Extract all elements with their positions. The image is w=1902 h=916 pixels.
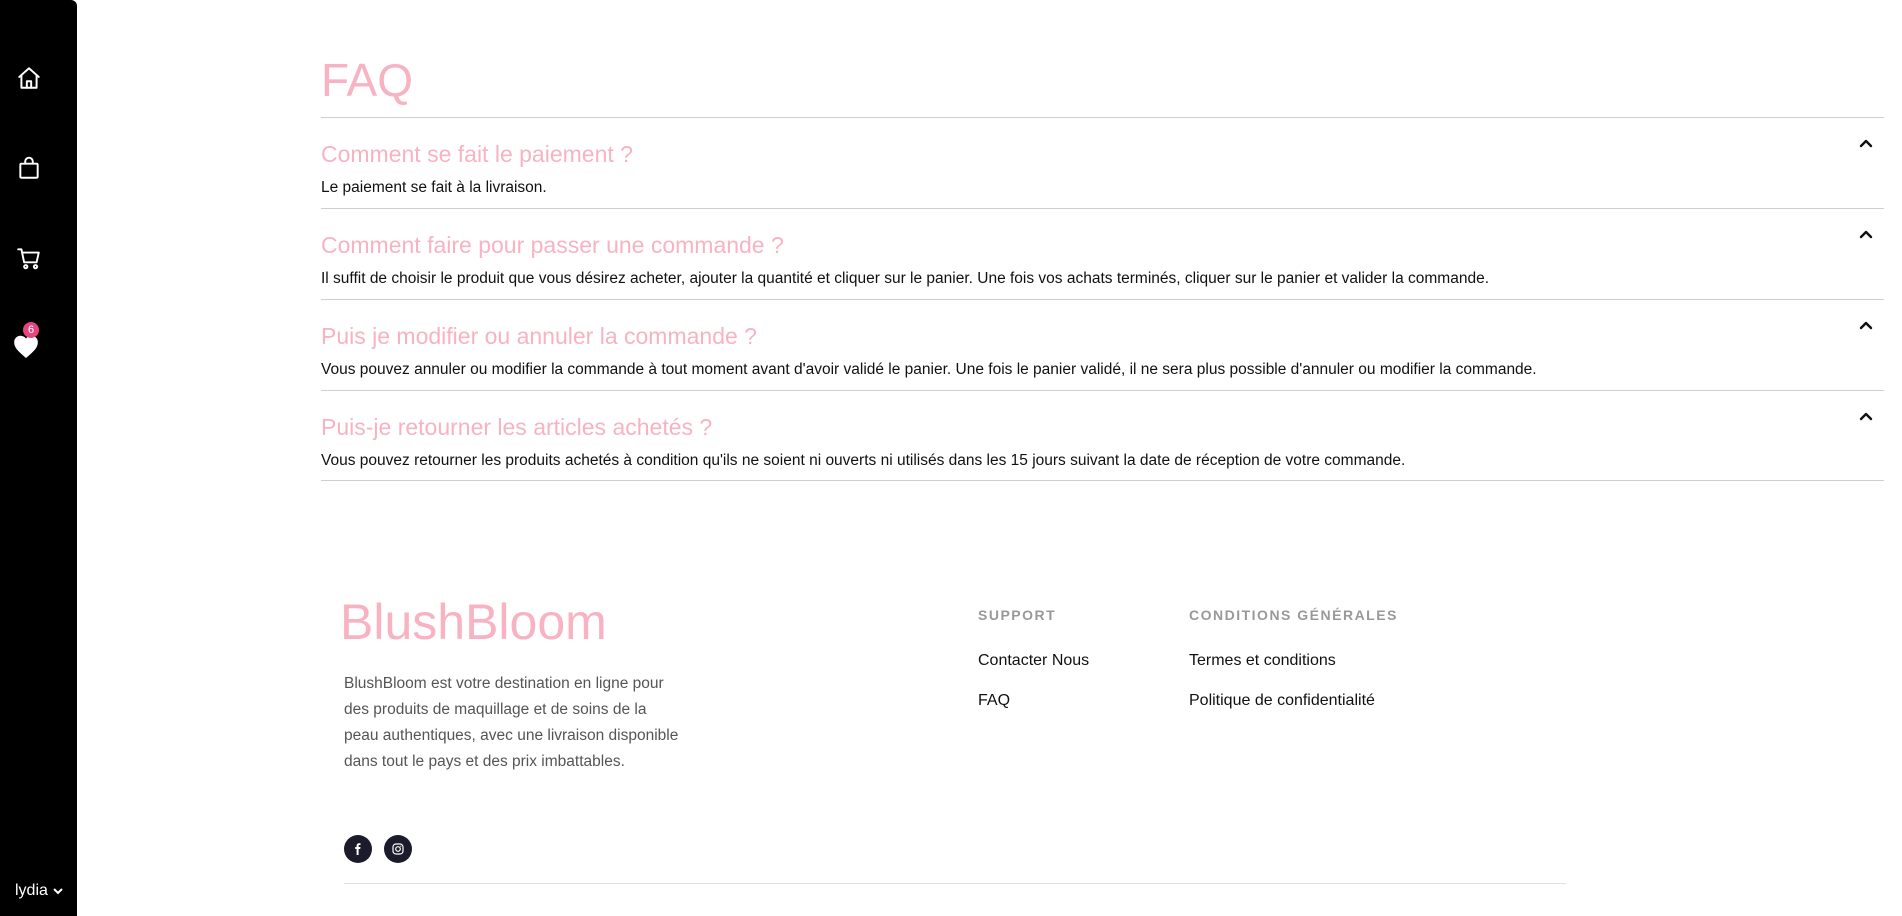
page-title: FAQ xyxy=(321,54,414,106)
faq-item: Puis je modifier ou annuler la commande … xyxy=(321,299,1884,390)
chevron-up-icon[interactable] xyxy=(1858,318,1874,334)
faq-item: Comment faire pour passer une commande ?… xyxy=(321,208,1884,299)
faq-answer: Le paiement se fait à la livraison. xyxy=(321,179,547,196)
contact-link[interactable]: Contacter Nous xyxy=(978,652,1089,670)
chevron-up-icon[interactable] xyxy=(1858,227,1874,243)
faq-answer: Vous pouvez retourner les produits achet… xyxy=(321,452,1406,469)
faq-link[interactable]: FAQ xyxy=(978,692,1010,710)
privacy-link[interactable]: Politique de confidentialité xyxy=(1189,692,1375,710)
brand-logo: BlushBloom xyxy=(340,594,607,650)
faq-question[interactable]: Comment se fait le paiement ? xyxy=(321,140,1884,168)
terms-link[interactable]: Termes et conditions xyxy=(1189,652,1336,670)
faq-section: FAQ Comment se fait le paiement ? Le pai… xyxy=(321,52,1884,481)
faq-question[interactable]: Puis je modifier ou annuler la commande … xyxy=(321,322,1884,350)
chevron-up-icon[interactable] xyxy=(1858,136,1874,152)
faq-question[interactable]: Puis-je retourner les articles achetés ? xyxy=(321,413,1884,441)
cart-icon[interactable] xyxy=(14,243,44,273)
home-icon[interactable] xyxy=(14,63,44,93)
facebook-icon[interactable] xyxy=(344,835,372,863)
sidebar: 6 lydia xyxy=(0,0,77,916)
brand-description: BlushBloom est votre destination en lign… xyxy=(344,675,679,770)
chevron-up-icon[interactable] xyxy=(1858,409,1874,425)
faq-item: Comment se fait le paiement ? Le paiemen… xyxy=(321,117,1884,208)
faq-item: Puis-je retourner les articles achetés ?… xyxy=(321,390,1884,481)
chevron-down-icon xyxy=(53,888,63,895)
support-heading: SUPPORT xyxy=(978,607,1057,623)
footer-divider xyxy=(344,883,1566,884)
faq-answer: Vous pouvez annuler ou modifier la comma… xyxy=(321,361,1537,378)
user-name: lydia xyxy=(15,882,48,899)
wishlist-count-badge: 6 xyxy=(23,322,39,338)
user-menu[interactable]: lydia xyxy=(15,882,64,900)
faq-answer: Il suffit de choisir le produit que vous… xyxy=(321,270,1489,287)
instagram-icon[interactable] xyxy=(384,835,412,863)
conditions-heading: CONDITIONS GÉNÉRALES xyxy=(1189,607,1398,623)
faq-question[interactable]: Comment faire pour passer une commande ? xyxy=(321,231,1884,259)
shopping-bag-icon[interactable] xyxy=(14,153,44,183)
